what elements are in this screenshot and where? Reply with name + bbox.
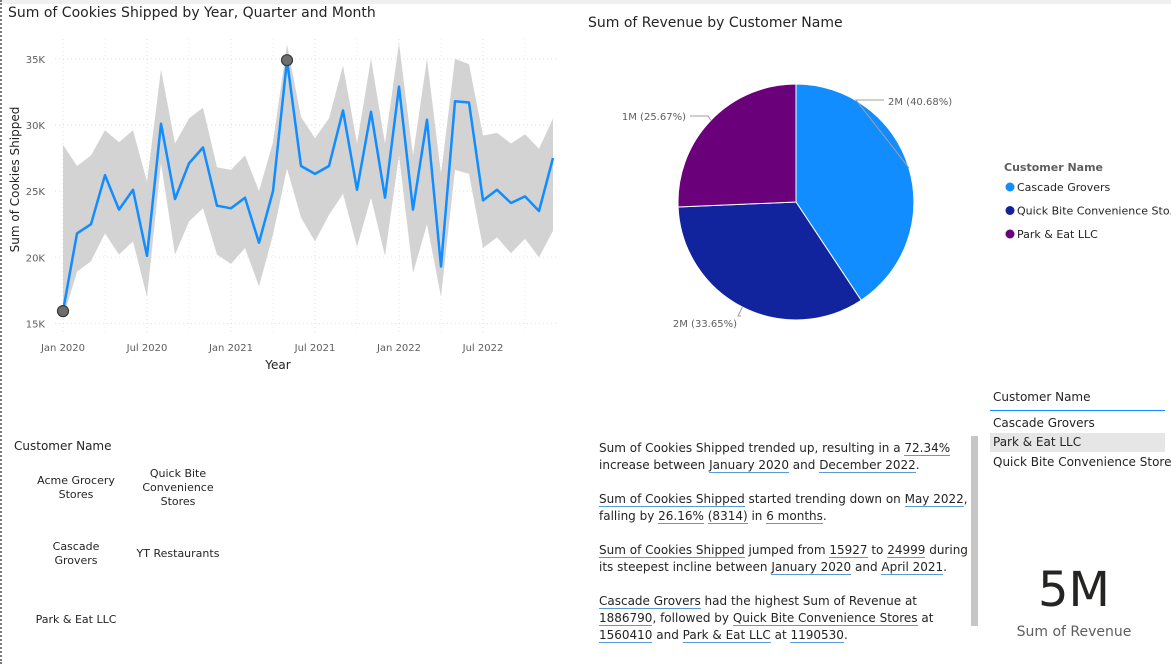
tile-quick-bite-convenience-stores[interactable]: Quick Bite Convenience Stores	[128, 457, 228, 519]
x-tick-label: Jul 2022	[462, 343, 504, 354]
x-tick-label: Jan 2020	[40, 343, 85, 354]
narrative-paragraph-3: Sum of Cookies Shipped jumped from 15927…	[599, 543, 968, 575]
y-tick-label: 35K	[26, 55, 46, 66]
tile-yt-restaurants[interactable]: YT Restaurants	[128, 523, 228, 585]
list-slicer-underline	[990, 410, 1165, 411]
legend-marker	[1005, 206, 1015, 215]
y-tick-label: 25K	[26, 187, 46, 198]
smart-narrative: Sum of Cookies Shipped trended up, resul…	[599, 440, 971, 661]
y-tick-label: 15K	[26, 319, 46, 330]
card-value: 5M	[1038, 562, 1110, 618]
narrative-scrollbar[interactable]	[971, 436, 978, 626]
line-chart-title: Sum of Cookies Shipped by Year, Quarter …	[8, 5, 376, 21]
list-item-park-and-eat-llc[interactable]: Park & Eat LLC	[990, 433, 1165, 452]
x-tick-label: Jul 2021	[294, 343, 336, 354]
pie-chart-title: Sum of Revenue by Customer Name	[588, 15, 843, 31]
y-tick-label: 20K	[26, 253, 46, 264]
pie-data-label: 2M (33.65%)	[673, 319, 737, 330]
data-point-marker	[280, 54, 294, 67]
list-item-quick-bite-convenience-stores[interactable]: Quick Bite Convenience Stores	[990, 453, 1171, 472]
line-chart[interactable]: 15K 20K 25K 30K 35K Jan 2020 Jul 2020 Jan 2021 J…	[0, 25, 580, 375]
tile-cascade-grovers[interactable]: Cascade Grovers	[26, 523, 126, 585]
pie-chart[interactable]: 2M (40.68%) 2M (33.65%) 1M (25.67%) Custome…	[580, 40, 1171, 360]
tile-slicer-title: Customer Name	[14, 439, 112, 453]
x-tick-label: Jul 2020	[126, 343, 168, 354]
list-item-cascade-grovers[interactable]: Cascade Grovers	[990, 414, 1165, 433]
narrative-paragraph-4: Cascade Grovers had the highest Sum of R…	[599, 594, 934, 643]
pie-leader-line	[690, 115, 712, 121]
pie-leader-line	[737, 306, 743, 317]
tile-park-and-eat-llc[interactable]: Park & Eat LLC	[26, 589, 126, 651]
y-axis-title: Sum of Cookies Shipped	[8, 107, 22, 253]
x-tick-label: Jan 2021	[208, 343, 253, 354]
legend-marker	[1005, 182, 1015, 192]
legend-label[interactable]: Park & Eat LLC	[1017, 228, 1098, 241]
legend-label[interactable]: Cascade Grovers	[1017, 181, 1111, 194]
legend-marker	[1005, 229, 1015, 239]
legend-title: Customer Name	[1004, 161, 1103, 174]
legend-label[interactable]: Quick Bite Convenience Sto...	[1017, 205, 1171, 218]
card-label: Sum of Revenue	[1016, 624, 1132, 640]
pie-data-label: 2M (40.68%)	[888, 97, 952, 108]
narrative-paragraph-2: Sum of Cookies Shipped started trending …	[599, 492, 968, 524]
x-axis-title: Year	[264, 358, 290, 372]
top-rule	[2, 0, 1171, 4]
pie-slice[interactable]	[677, 83, 797, 208]
list-slicer-title: Customer Name	[993, 390, 1091, 404]
y-tick-label: 30K	[26, 121, 46, 132]
pie-data-label: 1M (25.67%)	[622, 112, 686, 123]
x-tick-label: Jan 2022	[376, 343, 421, 354]
tile-acme-grocery-stores[interactable]: Acme Grocery Stores	[26, 457, 126, 519]
data-point-marker	[56, 305, 70, 318]
narrative-paragraph-1: Sum of Cookies Shipped trended up, resul…	[599, 441, 951, 473]
